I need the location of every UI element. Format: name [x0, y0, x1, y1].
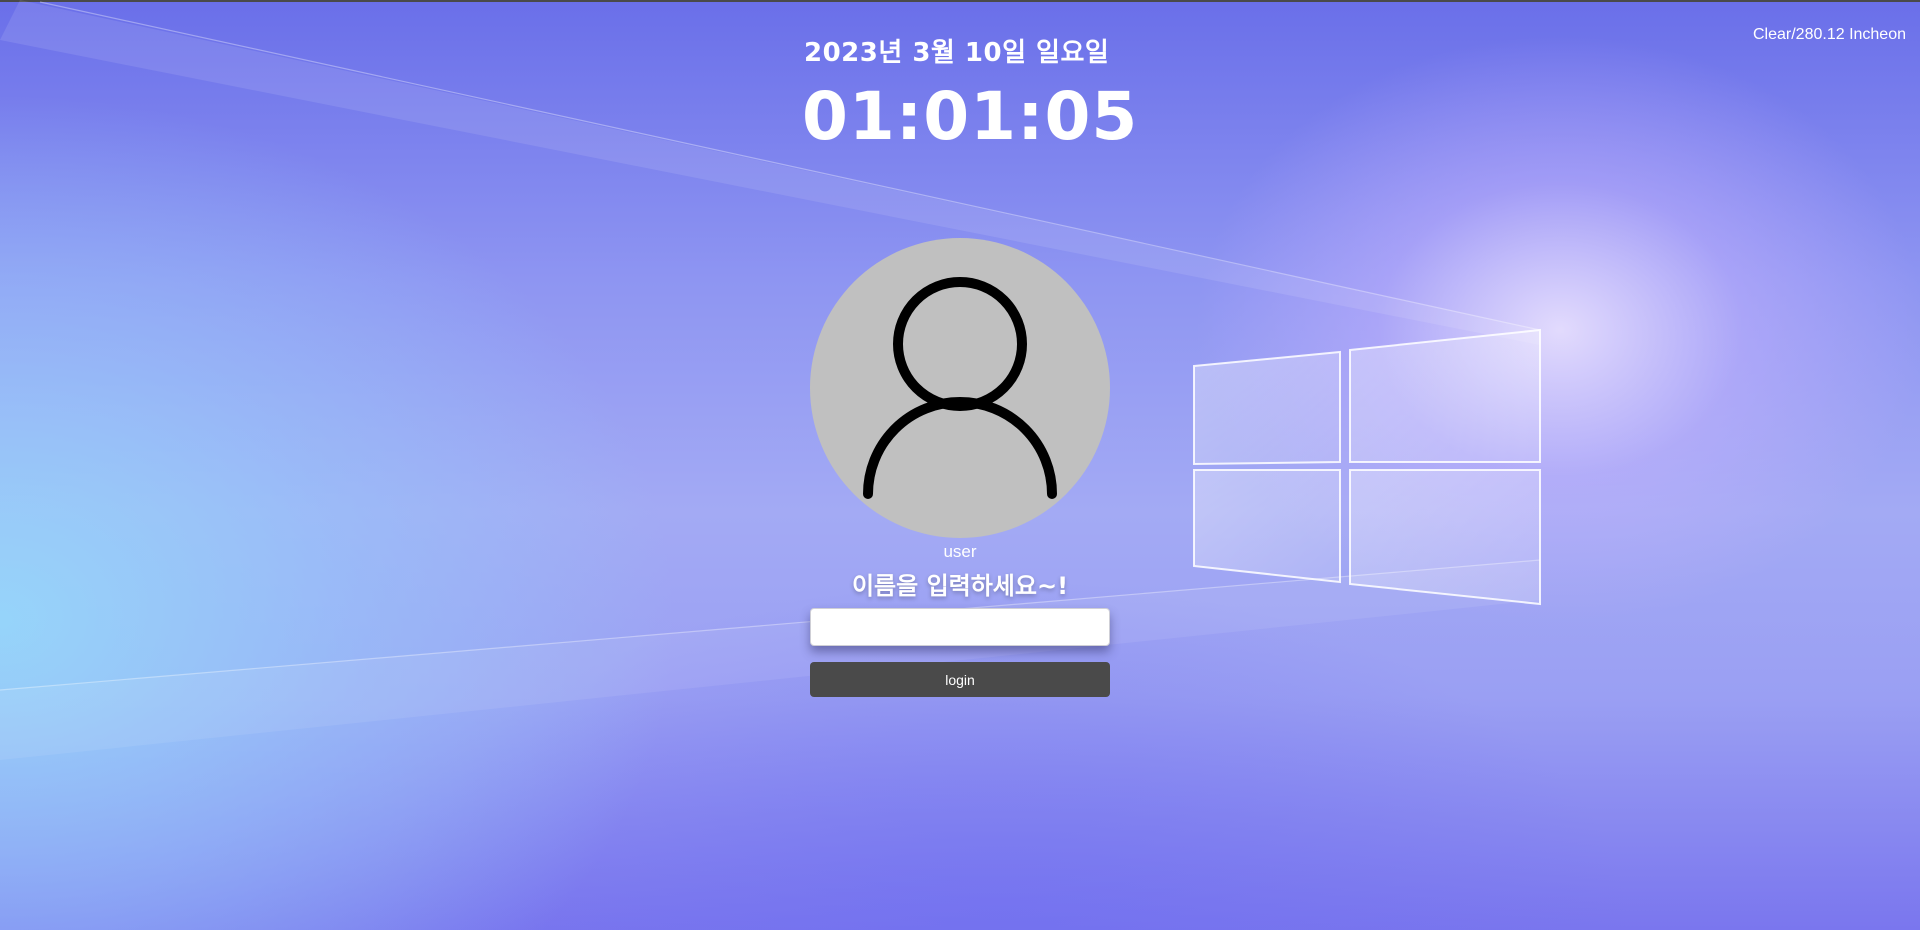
- weather-status: Clear/280.12 Incheon: [1753, 26, 1906, 43]
- avatar: [810, 238, 1110, 538]
- lock-screen: Clear/280.12 Incheon 2023년 3월 10일 일요일 01…: [0, 0, 1920, 930]
- login-button[interactable]: login: [810, 662, 1110, 697]
- name-input[interactable]: [810, 608, 1110, 646]
- user-silhouette-icon: [863, 277, 1057, 499]
- clock-display: 01:01:05: [802, 78, 1139, 155]
- username-label: user: [943, 542, 977, 561]
- date-display: 2023년 3월 10일 일요일: [804, 38, 1110, 68]
- name-prompt: 이름을 입력하세요~!: [851, 572, 1069, 600]
